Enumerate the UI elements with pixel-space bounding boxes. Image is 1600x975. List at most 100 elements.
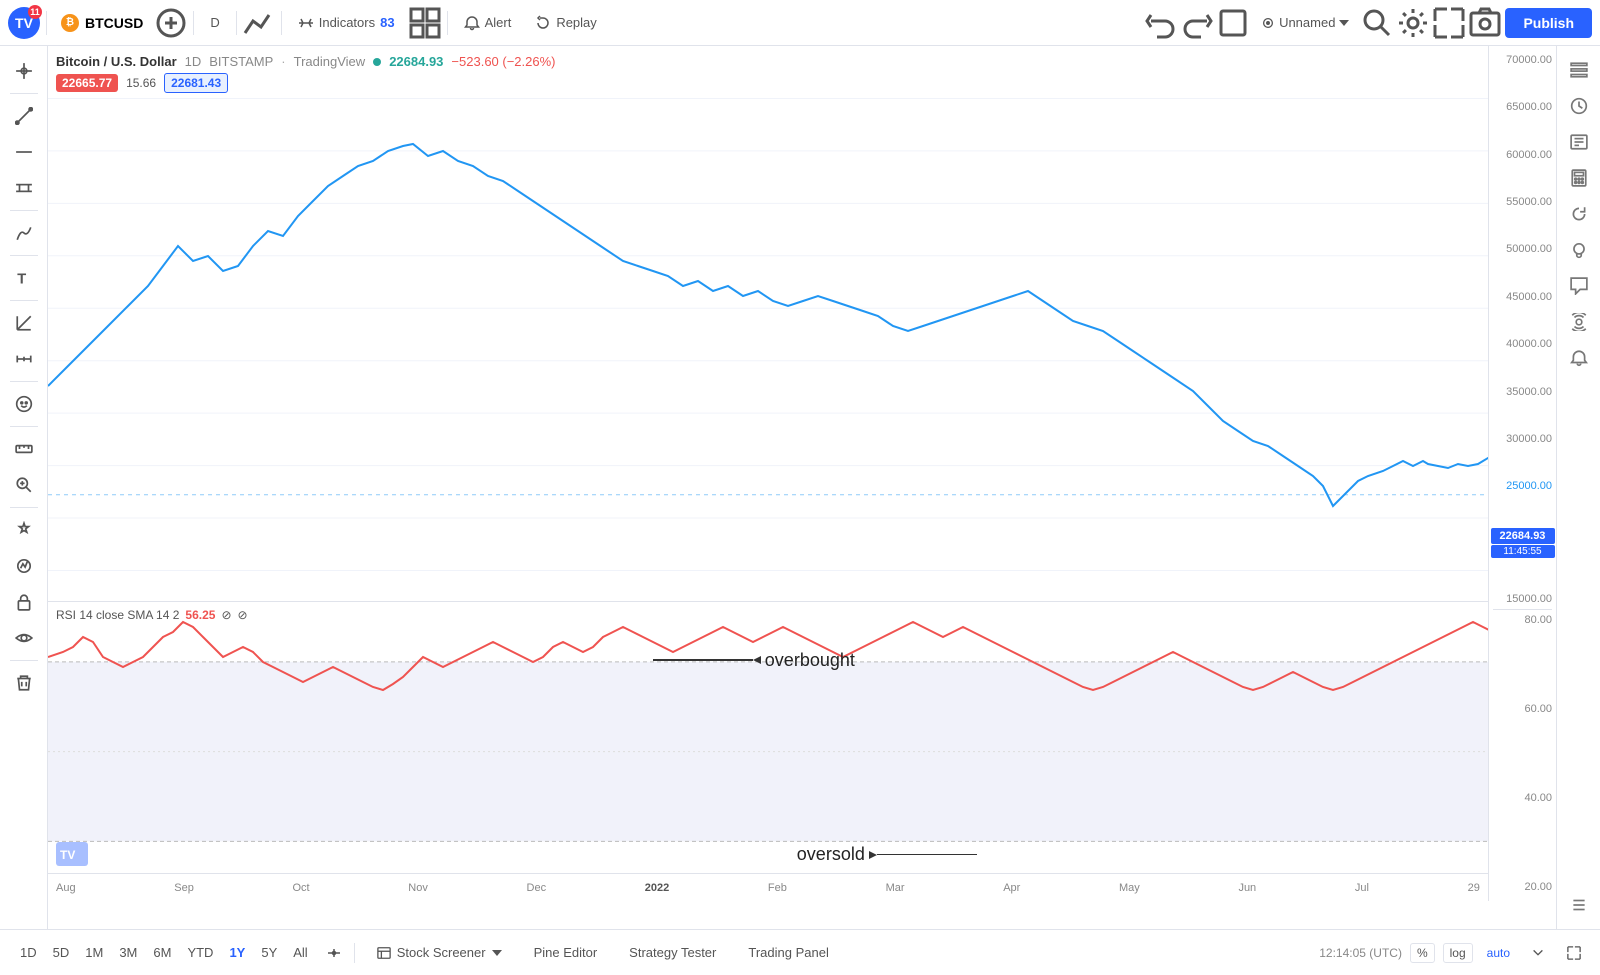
close-value: 22681.43 bbox=[164, 73, 228, 93]
pine-editor-tab[interactable]: Pine Editor bbox=[518, 937, 614, 968]
x-label-oct: Oct bbox=[293, 882, 310, 894]
line-tool[interactable] bbox=[7, 99, 41, 133]
indicator-overlay-tool[interactable] bbox=[7, 549, 41, 583]
watchlist-tool[interactable] bbox=[7, 513, 41, 547]
screenshot-button[interactable] bbox=[1469, 7, 1501, 39]
tf-5y[interactable]: 5Y bbox=[253, 940, 285, 965]
chat-button[interactable] bbox=[1563, 270, 1595, 302]
left-toolbar: T bbox=[0, 46, 48, 929]
calculator-button[interactable] bbox=[1563, 162, 1595, 194]
eye-tool[interactable] bbox=[7, 621, 41, 655]
watchlist-panel-button[interactable] bbox=[1563, 54, 1595, 86]
strategy-tester-tab[interactable]: Strategy Tester bbox=[613, 937, 732, 968]
broadcast-button[interactable] bbox=[1563, 306, 1595, 338]
ideas-button[interactable] bbox=[1563, 234, 1595, 266]
ruler-tool[interactable] bbox=[7, 432, 41, 466]
measure-tool[interactable] bbox=[7, 342, 41, 376]
emoji-tool[interactable] bbox=[7, 387, 41, 421]
trading-panel-tab[interactable]: Trading Panel bbox=[732, 937, 844, 968]
expand-panel-button[interactable] bbox=[1560, 939, 1588, 967]
clock-button[interactable] bbox=[1563, 90, 1595, 122]
source-display: TradingView bbox=[294, 54, 366, 69]
indicators-label: Indicators bbox=[319, 15, 375, 30]
tf-1m[interactable]: 1M bbox=[77, 940, 111, 965]
y-60000: 60000.00 bbox=[1493, 149, 1552, 161]
add-symbol-button[interactable] bbox=[155, 7, 187, 39]
tf-3m[interactable]: 3M bbox=[111, 940, 145, 965]
rsi-section: RSI 14 close SMA 14 2 56.25 ⊘ ⊘ bbox=[48, 601, 1488, 901]
channel-tool[interactable] bbox=[7, 171, 41, 205]
strategy-tester-label: Strategy Tester bbox=[629, 945, 716, 960]
toolbar-settings-button[interactable] bbox=[1563, 889, 1595, 921]
x-label-dec: Dec bbox=[527, 882, 547, 894]
separator bbox=[354, 943, 355, 963]
right-toolbar bbox=[1556, 46, 1600, 929]
separator bbox=[193, 11, 194, 35]
tf-all[interactable]: All bbox=[285, 940, 315, 965]
expand-button[interactable] bbox=[1433, 7, 1465, 39]
rsi-settings-icon[interactable]: ⊘ bbox=[221, 608, 231, 622]
tf-1y[interactable]: 1Y bbox=[221, 940, 253, 965]
search-button[interactable] bbox=[1361, 7, 1393, 39]
freehand-tool[interactable] bbox=[7, 216, 41, 250]
tf-1d[interactable]: 1D bbox=[12, 940, 45, 965]
rsi-delete-icon[interactable]: ⊘ bbox=[238, 608, 248, 622]
separator bbox=[10, 381, 38, 382]
separator bbox=[10, 93, 38, 94]
y-50000: 50000.00 bbox=[1493, 243, 1552, 255]
undo-button[interactable] bbox=[1145, 7, 1177, 39]
trading-panel-label: Trading Panel bbox=[748, 945, 828, 960]
current-price-label: 22684.93 bbox=[1491, 528, 1555, 544]
tradingview-logo[interactable]: TV 11 bbox=[8, 7, 40, 39]
rsi-chart-svg bbox=[48, 602, 1488, 901]
separator bbox=[46, 11, 47, 35]
stock-screener-tab[interactable]: Stock Screener bbox=[361, 937, 518, 968]
publish-button[interactable]: Publish bbox=[1505, 8, 1592, 38]
y-40000: 40000.00 bbox=[1493, 338, 1552, 350]
symbol-button[interactable]: ₿ BTCUSD bbox=[53, 10, 151, 36]
horizontal-line-tool[interactable] bbox=[7, 135, 41, 169]
separator bbox=[10, 255, 38, 256]
timeframe-label: D bbox=[210, 15, 219, 30]
live-dot bbox=[373, 58, 381, 66]
rsi-value: 56.25 bbox=[185, 608, 215, 622]
lock-tool[interactable] bbox=[7, 585, 41, 619]
collapse-panel-button[interactable] bbox=[1524, 939, 1552, 967]
chart-area[interactable]: Bitcoin / U.S. Dollar 1D BITSTAMP · Trad… bbox=[48, 46, 1556, 929]
x-label-jun: Jun bbox=[1238, 882, 1256, 894]
redo-button[interactable] bbox=[1181, 7, 1213, 39]
y-45000: 45000.00 bbox=[1493, 291, 1552, 303]
replay-button[interactable]: Replay bbox=[525, 10, 606, 36]
x-label-may: May bbox=[1119, 882, 1140, 894]
indicators-button[interactable]: Indicators 83 bbox=[288, 10, 405, 36]
tf-5d[interactable]: 5D bbox=[45, 940, 78, 965]
chart-name-button[interactable]: Unnamed bbox=[1253, 7, 1357, 39]
notification-badge: 11 bbox=[28, 5, 42, 19]
x-label-29: 29 bbox=[1468, 882, 1480, 894]
alerts-panel-button[interactable] bbox=[1563, 342, 1595, 374]
timeframe-button[interactable]: D bbox=[200, 10, 229, 35]
reset-zoom-button[interactable] bbox=[1563, 198, 1595, 230]
separator bbox=[10, 507, 38, 508]
percent-button[interactable]: % bbox=[1410, 943, 1435, 963]
y-axis: 70000.00 65000.00 60000.00 55000.00 5000… bbox=[1488, 46, 1556, 901]
fullscreen-toggle-button[interactable] bbox=[1217, 7, 1249, 39]
crosshair-tool[interactable] bbox=[7, 54, 41, 88]
tf-ytd[interactable]: YTD bbox=[179, 940, 221, 965]
layouts-button[interactable] bbox=[409, 7, 441, 39]
auto-button[interactable]: auto bbox=[1481, 944, 1516, 962]
alert-button[interactable]: Alert bbox=[454, 10, 522, 36]
settings-button[interactable] bbox=[1397, 7, 1429, 39]
tf-6m[interactable]: 6M bbox=[145, 940, 179, 965]
gann-tool[interactable] bbox=[7, 306, 41, 340]
zoom-tool[interactable] bbox=[7, 468, 41, 502]
log-button[interactable]: log bbox=[1443, 943, 1473, 963]
news-button[interactable] bbox=[1563, 126, 1595, 158]
text-tool[interactable]: T bbox=[7, 261, 41, 295]
compare-button[interactable] bbox=[320, 939, 348, 967]
svg-text:TV: TV bbox=[60, 848, 75, 862]
chart-type-button[interactable] bbox=[243, 7, 275, 39]
delete-tool[interactable] bbox=[7, 666, 41, 700]
x-label-feb: Feb bbox=[768, 882, 787, 894]
rsi-header: RSI 14 close SMA 14 2 56.25 ⊘ ⊘ bbox=[56, 608, 248, 622]
